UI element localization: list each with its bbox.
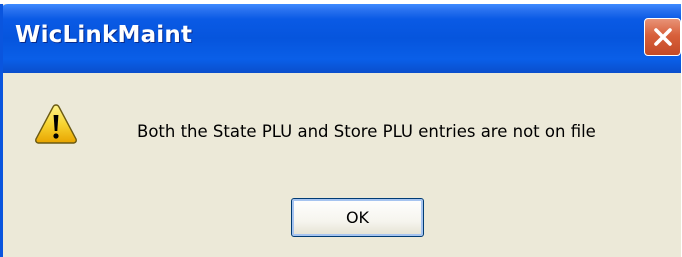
message-dialog: WicLinkMaint Both the State PLU and Stor… <box>0 4 681 257</box>
close-button[interactable] <box>644 18 681 56</box>
ok-button[interactable]: OK <box>291 198 424 237</box>
dialog-message: Both the State PLU and Store PLU entries… <box>137 122 596 141</box>
close-icon <box>653 28 672 46</box>
dialog-title: WicLinkMaint <box>15 22 193 48</box>
title-bar[interactable]: WicLinkMaint <box>3 4 681 73</box>
dialog-body: Both the State PLU and Store PLU entries… <box>3 73 681 257</box>
warning-icon <box>35 104 77 144</box>
